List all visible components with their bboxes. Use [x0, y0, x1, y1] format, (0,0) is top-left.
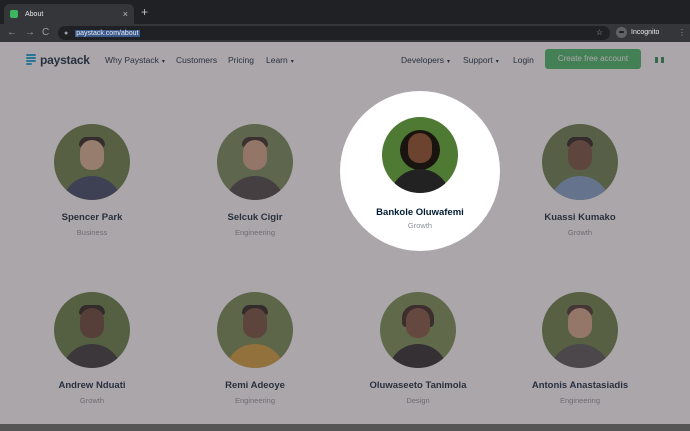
- nav-pricing[interactable]: Pricing: [228, 55, 254, 65]
- nav-login[interactable]: Login: [513, 55, 534, 65]
- nav-support[interactable]: Support ▾: [463, 55, 499, 65]
- nav-support-label: Support: [463, 55, 493, 65]
- paystack-favicon-icon: [10, 10, 18, 18]
- horizontal-scrollbar[interactable]: [0, 424, 690, 431]
- member-name: Andrew Nduati: [58, 380, 126, 391]
- new-tab-button[interactable]: +: [141, 6, 148, 18]
- site-navbar: paystack Why Paystack ▾ Customers Pricing…: [0, 42, 690, 78]
- browser-menu-icon[interactable]: ⋮: [678, 28, 686, 38]
- create-account-button[interactable]: Create free account: [545, 49, 641, 69]
- member-role: Growth: [567, 228, 593, 237]
- member-photo: [542, 292, 618, 368]
- forward-arrow-icon[interactable]: →: [25, 26, 35, 40]
- logo-text: paystack: [40, 53, 90, 67]
- member-photo: [382, 117, 458, 193]
- member-role: Business: [76, 228, 108, 237]
- back-arrow-icon[interactable]: ←: [7, 26, 17, 40]
- member-name: Remi Adeoye: [225, 380, 285, 391]
- team-member-card[interactable]: Oluwaseeto Tanimola Design: [353, 292, 483, 406]
- paystack-logo-icon: [26, 54, 36, 66]
- team-member-card[interactable]: Kuassi Kumako Growth: [515, 124, 645, 238]
- tab-title: About: [25, 10, 44, 18]
- spotlight-highlight: Bankole Oluwafemi Growth: [340, 91, 500, 251]
- team-member-card[interactable]: Antonis Anastasiadis Engineering: [515, 292, 645, 406]
- member-name: Oluwaseeto Tanimola: [369, 380, 467, 391]
- chevron-down-icon: ▾: [495, 59, 499, 65]
- team-member-card[interactable]: Remi Adeoye Engineering: [190, 292, 320, 406]
- close-tab-icon[interactable]: ×: [123, 9, 128, 19]
- member-role: Growth: [407, 221, 433, 230]
- member-photo: [542, 124, 618, 200]
- member-photo: [54, 124, 130, 200]
- nav-customers[interactable]: Customers: [176, 55, 217, 65]
- member-role: Engineering: [234, 396, 276, 405]
- member-photo: [54, 292, 130, 368]
- incognito-label: Incognito: [631, 29, 660, 36]
- team-member-card[interactable]: Spencer Park Business: [27, 124, 157, 238]
- member-role: Growth: [79, 396, 105, 405]
- nav-why-paystack[interactable]: Why Paystack ▾: [105, 55, 165, 65]
- url-text[interactable]: paystack.com/about: [75, 29, 140, 37]
- nav-learn[interactable]: Learn ▾: [266, 55, 294, 65]
- member-name: Kuassi Kumako: [544, 212, 616, 223]
- bookmark-star-icon[interactable]: ☆: [596, 28, 603, 38]
- member-photo: [380, 292, 456, 368]
- chevron-down-icon: ▾: [290, 59, 294, 65]
- member-role: Engineering: [234, 228, 276, 237]
- member-role: Design: [406, 396, 430, 405]
- lock-icon: ●: [64, 29, 69, 37]
- team-member-card[interactable]: Selcuk Cigir Engineering: [190, 124, 320, 238]
- member-role: Engineering: [559, 396, 601, 405]
- team-member-card-highlighted[interactable]: Bankole Oluwafemi Growth: [355, 117, 485, 231]
- member-name: Selcuk Cigir: [227, 212, 283, 223]
- member-name: Bankole Oluwafemi: [376, 207, 464, 218]
- team-member-card[interactable]: Andrew Nduati Growth: [27, 292, 157, 406]
- incognito-icon: [616, 27, 627, 38]
- reload-icon[interactable]: C: [42, 26, 49, 40]
- chevron-down-icon: ▾: [447, 59, 451, 65]
- nav-developers[interactable]: Developers ▾: [401, 55, 450, 65]
- page-content: paystack Why Paystack ▾ Customers Pricing…: [0, 42, 690, 431]
- address-bar[interactable]: ● paystack.com/about ☆: [58, 26, 610, 40]
- paystack-logo[interactable]: paystack: [26, 53, 90, 67]
- member-name: Spencer Park: [61, 212, 123, 223]
- browser-tab-bar: About × +: [0, 0, 690, 24]
- member-photo: [217, 124, 293, 200]
- member-photo: [217, 292, 293, 368]
- nigeria-flag-icon[interactable]: [655, 57, 664, 63]
- nav-developers-label: Developers: [401, 55, 444, 65]
- browser-toolbar: ← → C ● paystack.com/about ☆ Incognito ⋮: [0, 24, 690, 42]
- browser-tab[interactable]: About ×: [4, 4, 134, 24]
- incognito-indicator[interactable]: Incognito: [616, 27, 659, 38]
- nav-why-paystack-label: Why Paystack: [105, 55, 159, 65]
- nav-learn-label: Learn: [266, 55, 288, 65]
- member-name: Antonis Anastasiadis: [531, 380, 629, 391]
- chevron-down-icon: ▾: [161, 59, 165, 65]
